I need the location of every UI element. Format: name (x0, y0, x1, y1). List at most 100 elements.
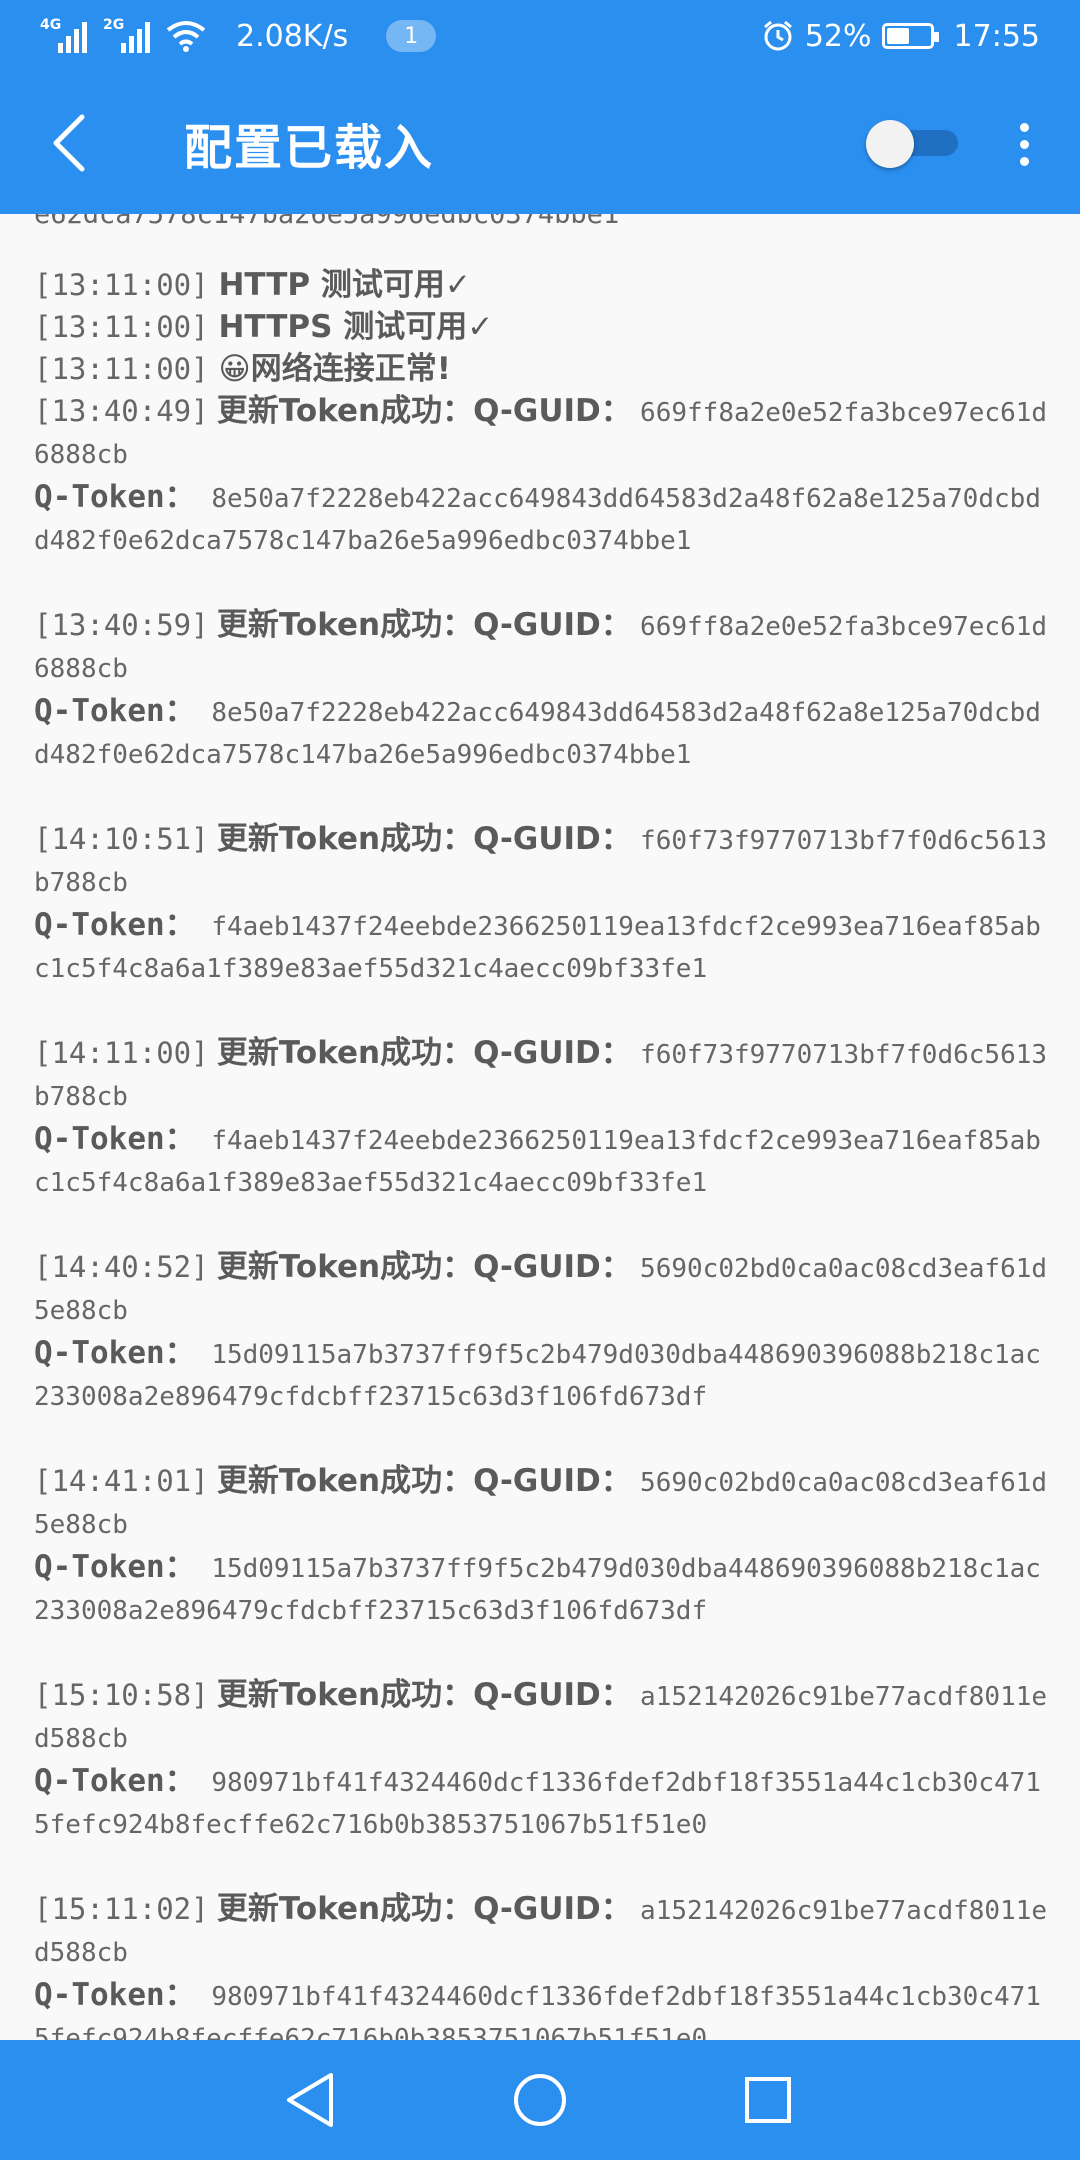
more-options-button[interactable] (1004, 114, 1044, 174)
status-right: 52% 17:55 (761, 19, 1040, 54)
nav-recents-button[interactable] (718, 2060, 818, 2140)
battery-icon (881, 23, 939, 49)
network-speed: 2.08K/s (236, 18, 349, 54)
navigation-bar (0, 2040, 1080, 2160)
log-message: HTTP 测试可用✓ (218, 267, 471, 303)
token-log-entry: [15:10:58] 更新Token成功：Q-GUID： a152142026c… (34, 1674, 1054, 1846)
clock: 17:55 (953, 18, 1040, 54)
token-label: Q-Token： (34, 1335, 196, 1371)
guid-label: Q-GUID： (473, 1035, 632, 1071)
token-label: Q-Token： (34, 479, 196, 515)
token-log-header: [15:11:02] 更新Token成功：Q-GUID： a152142026c… (34, 1888, 1054, 1974)
token-line: Q-Token： 8e50a7f2228eb422acc649843dd6458… (34, 476, 1054, 562)
log-timestamp: [14:10:51] (34, 822, 209, 856)
page-title: 配置已载入 (184, 120, 435, 176)
more-dot-icon (1019, 156, 1029, 166)
guid-label: Q-GUID： (473, 1891, 632, 1927)
token-log-entry: [15:11:02] 更新Token成功：Q-GUID： a152142026c… (34, 1888, 1054, 2040)
guid-label: Q-GUID： (473, 1249, 632, 1285)
log-message: HTTPS 测试可用✓ (218, 309, 494, 345)
log-timestamp: [14:11:00] (34, 1036, 209, 1070)
chevron-left-icon (53, 114, 85, 172)
token-log-entry: [13:40:49] 更新Token成功：Q-GUID： 669ff8a2e0e… (34, 390, 1054, 562)
wifi-icon (166, 21, 206, 52)
log-timestamp: [14:41:01] (34, 1464, 209, 1498)
token-log-entry: [14:11:00] 更新Token成功：Q-GUID： f60f73f9770… (34, 1032, 1054, 1204)
log-message: 更新Token成功： (216, 1891, 474, 1927)
battery-fill (886, 28, 909, 44)
log-line: [13:11:00] HTTP 测试可用✓ (34, 264, 1054, 306)
token-log-entry: [14:40:52] 更新Token成功：Q-GUID： 5690c02bd0c… (34, 1246, 1054, 1418)
signal-icon: 4G (40, 17, 87, 53)
toggle-knob (866, 120, 914, 168)
token-log-header: [14:11:00] 更新Token成功：Q-GUID： f60f73f9770… (34, 1032, 1054, 1118)
token-label: Q-Token： (34, 907, 196, 943)
simple-log-list: [13:11:00] HTTP 测试可用✓ [13:11:00] HTTPS 测试… (34, 264, 1054, 390)
battery-percent: 52% (804, 18, 872, 54)
guid-label: Q-GUID： (473, 1677, 632, 1713)
log-message: 更新Token成功： (216, 607, 474, 643)
token-log-entry: [14:10:51] 更新Token成功：Q-GUID： f60f73f9770… (34, 818, 1054, 990)
log-content: e62dca7578c147ba26e5a996edbc0374bbe1 [13… (34, 214, 1054, 2040)
guid-label: Q-GUID： (473, 1463, 632, 1499)
token-log-header: [14:41:01] 更新Token成功：Q-GUID： 5690c02bd0c… (34, 1460, 1054, 1546)
token-line: Q-Token： f4aeb1437f24eebde2366250119ea13… (34, 1118, 1054, 1204)
token-label: Q-Token： (34, 1763, 196, 1799)
log-cut-line: e62dca7578c147ba26e5a996edbc0374bbe1 (34, 214, 620, 230)
token-label: Q-Token： (34, 1121, 196, 1157)
token-log-header: [15:10:58] 更新Token成功：Q-GUID： a152142026c… (34, 1674, 1054, 1760)
token-line: Q-Token： 8e50a7f2228eb422acc649843dd6458… (34, 690, 1054, 776)
log-message: 更新Token成功： (216, 821, 474, 857)
token-label: Q-Token： (34, 693, 196, 729)
log-timestamp: [13:11:00] (34, 352, 209, 386)
guid-label: Q-GUID： (473, 393, 632, 429)
log-timestamp: [14:40:52] (34, 1250, 209, 1284)
app-bar: 配置已载入 (0, 72, 1080, 214)
token-line: Q-Token： f4aeb1437f24eebde2366250119ea13… (34, 904, 1054, 990)
token-log-header: [14:40:52] 更新Token成功：Q-GUID： 5690c02bd0c… (34, 1246, 1054, 1332)
nav-home-button[interactable] (490, 2060, 590, 2140)
network-type-label: 4G (40, 17, 62, 33)
token-log-entry: [14:41:01] 更新Token成功：Q-GUID： 5690c02bd0c… (34, 1460, 1054, 1632)
token-line: Q-Token： 15d09115a7b3737ff9f5c2b479d030d… (34, 1332, 1054, 1418)
back-triangle-icon (287, 2073, 333, 2127)
log-timestamp: [13:40:49] (34, 394, 209, 428)
log-message: 更新Token成功： (216, 1677, 474, 1713)
log-message: 更新Token成功： (216, 1249, 474, 1285)
guid-label: Q-GUID： (473, 607, 632, 643)
alarm-icon (763, 20, 792, 51)
log-line: [13:11:00] HTTPS 测试可用✓ (34, 306, 1054, 348)
toggle-switch[interactable] (866, 120, 958, 168)
log-timestamp: [13:11:00] (34, 310, 209, 344)
token-log-entry: [13:40:59] 更新Token成功：Q-GUID： 669ff8a2e0e… (34, 604, 1054, 776)
signal-icon-2: 2G (103, 17, 150, 53)
token-label: Q-Token： (34, 1977, 196, 2013)
token-label: Q-Token： (34, 1549, 196, 1585)
token-log-header: [13:40:49] 更新Token成功：Q-GUID： 669ff8a2e0e… (34, 390, 1054, 476)
token-line: Q-Token： 15d09115a7b3737ff9f5c2b479d030d… (34, 1546, 1054, 1632)
recents-square-icon (745, 2077, 791, 2123)
token-log-header: [14:10:51] 更新Token成功：Q-GUID： f60f73f9770… (34, 818, 1054, 904)
more-dot-icon (1019, 139, 1029, 149)
token-log-header: [13:40:59] 更新Token成功：Q-GUID： 669ff8a2e0e… (34, 604, 1054, 690)
status-bar: 4G 2G 2.08K/s 1 52% 17:55 (0, 0, 1080, 72)
log-view[interactable]: e62dca7578c147ba26e5a996edbc0374bbe1 [13… (0, 214, 1080, 2040)
token-log-list: [13:40:49] 更新Token成功：Q-GUID： 669ff8a2e0e… (34, 390, 1054, 2040)
back-button[interactable] (0, 72, 140, 214)
token-line: Q-Token： 980971bf41f4324460dcf1336fdef2d… (34, 1760, 1054, 1846)
log-timestamp: [13:11:00] (34, 268, 209, 302)
log-message: 更新Token成功： (216, 1035, 474, 1071)
nav-back-button[interactable] (260, 2060, 360, 2140)
log-message: 😀网络连接正常! (218, 351, 451, 387)
token-line: Q-Token： 980971bf41f4324460dcf1336fdef2d… (34, 1974, 1054, 2040)
notification-badge: 1 (386, 20, 437, 52)
log-message: 更新Token成功： (216, 393, 474, 429)
log-timestamp: [15:11:02] (34, 1892, 209, 1926)
home-circle-icon (514, 2074, 566, 2126)
guid-label: Q-GUID： (473, 821, 632, 857)
more-dot-icon (1019, 122, 1029, 132)
log-message: 更新Token成功： (216, 1463, 474, 1499)
status-left: 4G 2G 2.08K/s 1 (40, 17, 437, 54)
log-timestamp: [15:10:58] (34, 1678, 209, 1712)
network-type-label-2: 2G (103, 17, 125, 33)
